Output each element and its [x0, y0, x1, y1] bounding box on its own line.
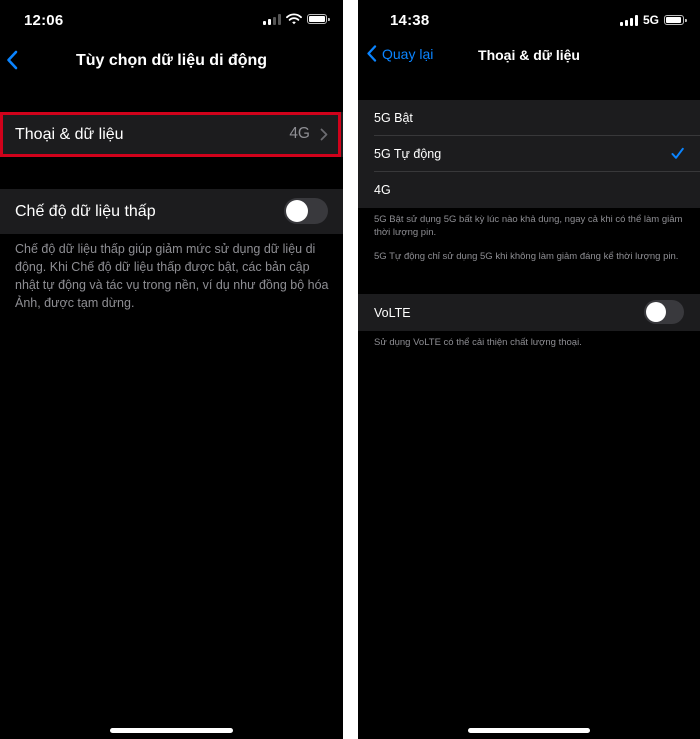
option-5g-auto[interactable]: 5G Tự động [358, 136, 700, 172]
volte-footer: Sử dụng VoLTE có thể cải thiện chất lượn… [374, 337, 582, 348]
status-bar: 14:38 5G [358, 0, 700, 40]
volte-group: VoLTE [358, 294, 700, 331]
page-title: Tùy chọn dữ liệu di động [75, 52, 268, 69]
status-icons: 5G [619, 13, 687, 27]
volte-label: VoLTE [374, 305, 411, 320]
low-data-label: Chế độ dữ liệu thấp [15, 202, 156, 220]
network-options-group: 5G Bật 5G Tự động 4G [358, 100, 700, 208]
home-indicator [110, 728, 233, 733]
network-type: 5G [642, 13, 659, 27]
option-4g[interactable]: 4G [358, 172, 700, 208]
navigation-bar: Quay lại Thoại & dữ liệu [358, 36, 700, 74]
volte-toggle[interactable] [644, 300, 684, 324]
status-time: 14:38 [390, 12, 430, 29]
battery-icon [307, 14, 330, 24]
status-icons [263, 13, 330, 25]
low-data-group: Chế độ dữ liệu thấp [0, 189, 343, 234]
navigation-bar: Tùy chọn dữ liệu di động [0, 40, 343, 82]
volte-row: VoLTE [358, 294, 700, 331]
toggle-knob [286, 200, 308, 222]
left-phone-screen: 12:06 Tùy chọn dữ liệu di động Thoại & d… [0, 0, 343, 739]
battery-icon [664, 15, 687, 25]
option-label: 5G Tự động [374, 147, 442, 161]
wifi-icon [286, 13, 302, 25]
highlight-frame [0, 112, 341, 157]
low-data-toggle[interactable] [284, 198, 328, 224]
footer-5g-on: 5G Bật sử dụng 5G bất kỳ lúc nào khả dụn… [374, 214, 683, 238]
home-indicator [468, 728, 590, 733]
cellular-signal-icon [619, 15, 638, 26]
footer-5g-auto: 5G Tự động chỉ sử dụng 5G khi không làm … [374, 251, 679, 262]
low-data-row: Chế độ dữ liệu thấp [0, 189, 343, 234]
option-5g-on[interactable]: 5G Bật [358, 100, 700, 136]
right-phone-screen: 14:38 5G Quay lại Thoại & dữ liệu 5G Bật… [358, 0, 700, 739]
page-title: Thoại & dữ liệu [478, 47, 580, 63]
option-label: 4G [374, 183, 391, 197]
cellular-signal-icon [263, 14, 281, 25]
status-bar: 12:06 [0, 0, 343, 40]
low-data-footer: Chế độ dữ liệu thấp giúp giảm mức sử dụn… [15, 242, 329, 310]
checkmark-icon [671, 147, 684, 159]
toggle-knob [646, 302, 666, 322]
option-label: 5G Bật [374, 111, 413, 125]
status-time: 12:06 [24, 12, 64, 29]
